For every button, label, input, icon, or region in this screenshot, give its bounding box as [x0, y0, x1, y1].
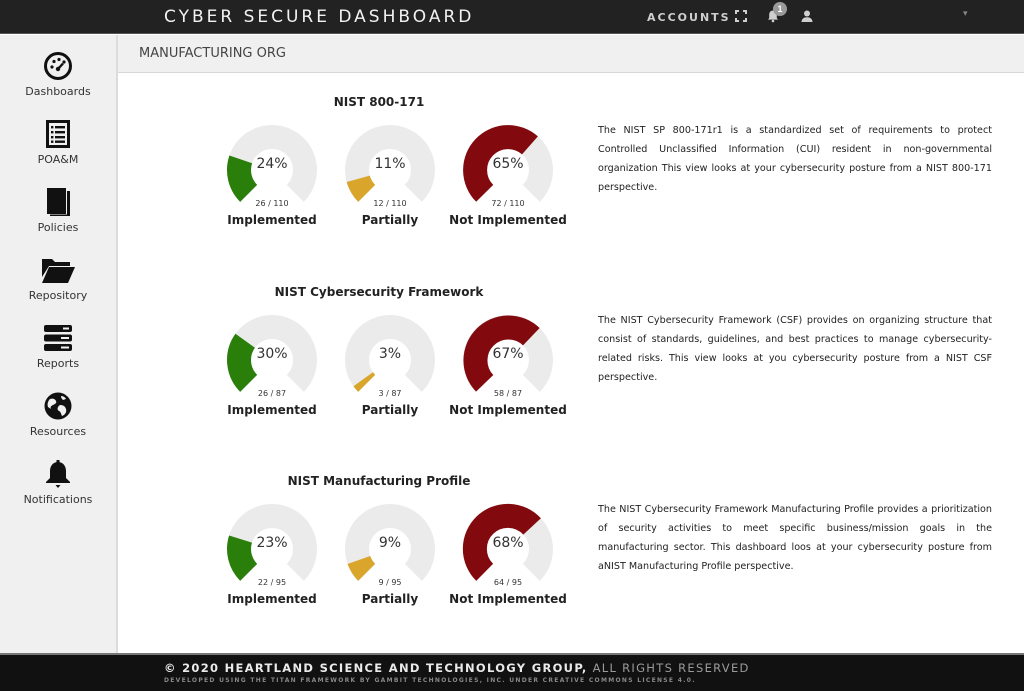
- sidebar-item-label: Notifications: [23, 493, 93, 506]
- gauge-percent: 67%: [492, 346, 524, 362]
- gauge-count: 26 / 87: [257, 389, 287, 398]
- book-icon: [47, 188, 70, 216]
- gauge-percent: 9%: [378, 535, 402, 551]
- sidebar-item-label: Dashboards: [25, 85, 91, 98]
- gauge-partially[interactable]: 9% 9 / 95 Partially: [340, 499, 440, 617]
- gauge-percent: 23%: [256, 535, 288, 551]
- gauge-implemented[interactable]: 23% 22 / 95 Implemented: [222, 499, 322, 617]
- sidebar-item-repository[interactable]: Repository: [0, 255, 116, 319]
- gauge-count: 22 / 95: [257, 578, 287, 587]
- gauge-label: Not Implemented: [449, 403, 567, 417]
- gauge-percent: 68%: [492, 535, 524, 551]
- fullscreen-icon[interactable]: [734, 9, 748, 23]
- gauge-not-implemented[interactable]: 65% 72 / 110 Not Implemented: [449, 120, 567, 238]
- gauge-count: 12 / 110: [373, 199, 407, 208]
- dashboard-gauge-icon: [44, 52, 72, 80]
- accounts-link[interactable]: ACCOUNTS: [647, 11, 731, 24]
- rights-text: ALL RIGHTS RESERVED: [587, 661, 750, 675]
- gauge-percent: 30%: [256, 346, 288, 362]
- section-description: The NIST SP 800-171r1 is a standardized …: [598, 125, 992, 193]
- gauge-label: Not Implemented: [449, 592, 567, 606]
- user-menu-chevron-down-icon[interactable]: ▾: [963, 8, 968, 19]
- server-stack-icon: [44, 325, 72, 351]
- gauge-implemented[interactable]: 24% 26 / 110 Implemented: [222, 120, 322, 238]
- sidebar-item-dashboards[interactable]: Dashboards: [0, 51, 116, 115]
- gauge-not-implemented[interactable]: 67% 58 / 87 Not Implemented: [449, 310, 567, 428]
- gauge-fill: [346, 174, 376, 202]
- section-description: The NIST Cybersecurity Framework Manufac…: [598, 504, 992, 572]
- section-title: NIST Manufacturing Profile: [287, 474, 471, 488]
- notification-count-badge: 1: [773, 2, 787, 16]
- framework-section: NIST 800-171 24% 26 / 110 Implemented 11% 12 …: [118, 95, 1024, 255]
- sidebar-item-label: Reports: [36, 357, 80, 370]
- folder-open-icon: [42, 259, 75, 283]
- gauge-count: 72 / 110: [491, 199, 525, 208]
- bell-icon: [46, 460, 70, 488]
- sidebar: Dashboards POA&M Policies Repository Rep…: [0, 35, 118, 653]
- sidebar-item-resources[interactable]: Resources: [0, 391, 116, 455]
- gauge-percent: 65%: [492, 156, 524, 172]
- top-navbar: CYBER SECURE DASHBOARD ACCOUNTS 1 ▾: [0, 0, 1024, 34]
- gauge-label: Not Implemented: [449, 213, 567, 227]
- footer-copyright: © 2020 HEARTLAND SCIENCE AND TECHNOLOGY …: [164, 661, 750, 675]
- gauge-implemented[interactable]: 30% 26 / 87 Implemented: [222, 310, 322, 428]
- gauge-partially[interactable]: 3% 3 / 87 Partially: [340, 310, 440, 428]
- section-title: NIST Cybersecurity Framework: [274, 285, 484, 299]
- footer: © 2020 HEARTLAND SCIENCE AND TECHNOLOGY …: [0, 653, 1024, 691]
- gauge-not-implemented[interactable]: 68% 64 / 95 Not Implemented: [449, 499, 567, 617]
- copyright-text: © 2020 HEARTLAND SCIENCE AND TECHNOLOGY …: [164, 661, 588, 675]
- gauge-partially[interactable]: 11% 12 / 110 Partially: [340, 120, 440, 238]
- section-title: NIST 800-171: [333, 95, 425, 109]
- section-description: The NIST Cybersecurity Framework (CSF) p…: [598, 315, 992, 383]
- gauge-count: 26 / 110: [255, 199, 289, 208]
- gauge-fill: [353, 372, 376, 392]
- sidebar-item-label: Resources: [29, 425, 87, 438]
- gauge-count: 64 / 95: [493, 578, 523, 587]
- footer-credit: DEVELOPED USING THE TITAN FRAMEWORK BY G…: [164, 677, 696, 684]
- sidebar-item-policies[interactable]: Policies: [0, 187, 116, 251]
- gauge-percent: 24%: [256, 156, 288, 172]
- framework-section: NIST Cybersecurity Framework 30% 26 / 87 Im…: [118, 285, 1024, 445]
- sidebar-item-poam[interactable]: POA&M: [0, 119, 116, 183]
- content-header: MANUFACTURING ORG: [118, 35, 1024, 73]
- gauge-count: 9 / 95: [378, 578, 402, 587]
- sidebar-item-label: Repository: [28, 289, 88, 302]
- sidebar-item-label: POA&M: [37, 153, 79, 166]
- user-icon[interactable]: [800, 9, 814, 23]
- organization-name: MANUFACTURING ORG: [139, 46, 286, 61]
- framework-section: NIST Manufacturing Profile 23% 22 / 95 Impl…: [118, 474, 1024, 634]
- app-title: CYBER SECURE DASHBOARD: [164, 7, 475, 27]
- globe-icon: [44, 392, 72, 420]
- gauge-count: 3 / 87: [378, 389, 402, 398]
- sidebar-item-notifications[interactable]: Notifications: [0, 459, 116, 523]
- list-document-icon: [46, 120, 70, 148]
- sidebar-item-label: Policies: [37, 221, 79, 234]
- sidebar-item-reports[interactable]: Reports: [0, 323, 116, 387]
- gauge-percent: 3%: [378, 346, 402, 362]
- gauge-count: 58 / 87: [493, 389, 523, 398]
- gauge-fill: [347, 555, 376, 581]
- gauge-percent: 11%: [374, 156, 406, 172]
